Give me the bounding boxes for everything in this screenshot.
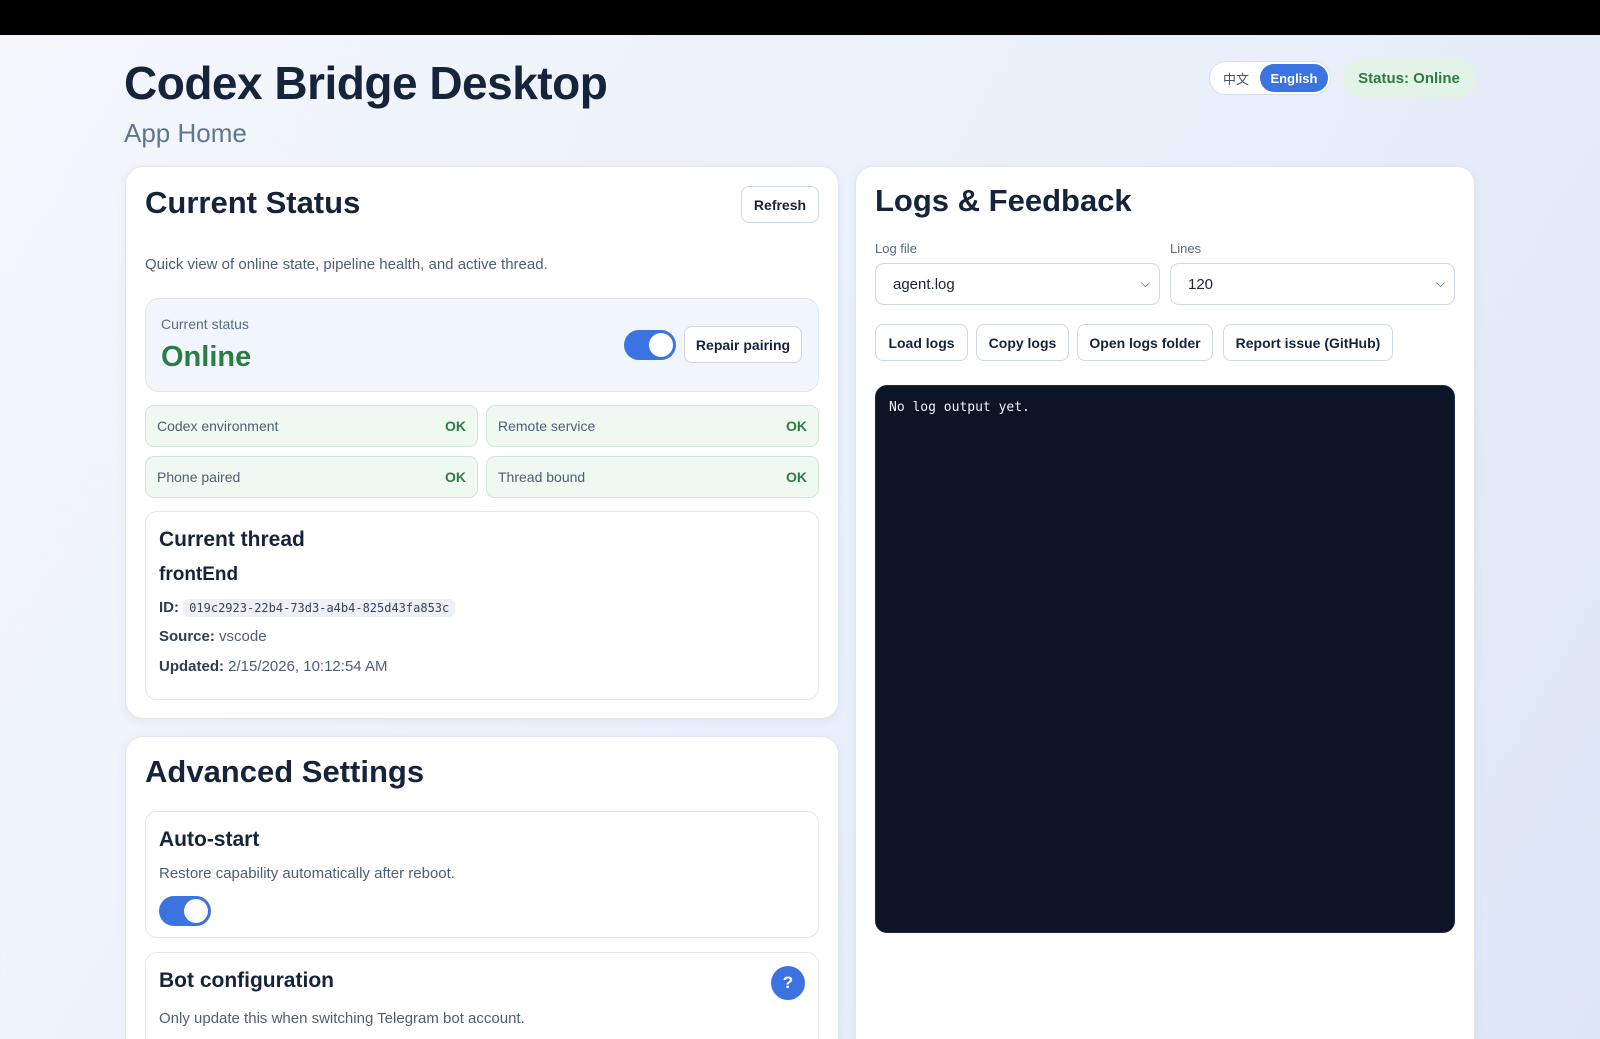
load-logs-button[interactable]: Load logs <box>875 324 968 361</box>
chevron-down-icon: ⌵ <box>1435 276 1445 290</box>
toggle-knob <box>649 333 673 357</box>
advanced-settings-title: Advanced Settings <box>145 754 425 789</box>
current-status-title: Current Status <box>145 185 361 220</box>
current-status-box: Current status Online Repair pairing <box>145 298 819 392</box>
repair-pairing-button[interactable]: Repair pairing <box>684 326 802 363</box>
thread-source-line: Source: vscode <box>159 628 267 645</box>
autostart-box: Auto-start Restore capability automatica… <box>145 811 819 938</box>
current-status-card: Current Status Refresh Quick view of onl… <box>125 166 839 719</box>
check-codex-environment: Codex environment OK <box>145 405 478 447</box>
online-toggle[interactable] <box>624 330 676 360</box>
log-output-panel[interactable]: No log output yet. <box>875 385 1455 933</box>
status-badge: Status: Online <box>1342 58 1476 98</box>
language-switch: 中文 English <box>1209 61 1331 95</box>
log-file-value: agent.log <box>893 275 955 293</box>
check-name: Phone paired <box>157 469 241 485</box>
autostart-toggle[interactable] <box>159 896 211 926</box>
log-file-select[interactable]: agent.log ⌵ <box>875 263 1160 305</box>
log-output-text: No log output yet. <box>889 400 1030 415</box>
thread-updated-line: Updated: 2/15/2026, 10:12:54 AM <box>159 658 387 675</box>
check-remote-service: Remote service OK <box>486 405 819 447</box>
check-state: OK <box>786 418 807 434</box>
check-name: Codex environment <box>157 418 279 434</box>
logs-feedback-card: Logs & Feedback Log file agent.log ⌵ Lin… <box>855 166 1475 1039</box>
thread-id-label: ID: <box>159 599 179 616</box>
lines-label: Lines <box>1170 241 1202 256</box>
refresh-button[interactable]: Refresh <box>741 186 819 223</box>
help-icon[interactable]: ? <box>771 966 805 1000</box>
chevron-down-icon: ⌵ <box>1140 276 1150 290</box>
thread-id-value: 019c2923-22b4-73d3-a4b4-825d43fa853c <box>183 599 456 617</box>
bot-configuration-box: Bot configuration ? Only update this whe… <box>145 952 819 1039</box>
bot-configuration-description: Only update this when switching Telegram… <box>159 1010 525 1027</box>
lines-value: 120 <box>1188 275 1214 293</box>
status-description: Quick view of online state, pipeline hea… <box>145 256 548 273</box>
autostart-heading: Auto-start <box>159 828 260 851</box>
log-file-label: Log file <box>875 241 917 256</box>
check-state: OK <box>445 418 466 434</box>
window-top-bar <box>0 0 1600 35</box>
current-status-value: Online <box>161 341 252 373</box>
lines-select[interactable]: 120 ⌵ <box>1170 263 1455 305</box>
bot-configuration-heading: Bot configuration <box>159 969 334 992</box>
thread-source-value: vscode <box>219 628 267 645</box>
check-name: Thread bound <box>498 469 586 485</box>
check-thread-bound: Thread bound OK <box>486 456 819 498</box>
app-title: Codex Bridge Desktop <box>124 57 608 109</box>
thread-id-line: ID: 019c2923-22b4-73d3-a4b4-825d43fa853c <box>159 599 456 617</box>
advanced-settings-card: Advanced Settings Auto-start Restore cap… <box>125 736 839 1039</box>
language-option-chinese[interactable]: 中文 <box>1212 64 1260 92</box>
current-thread-heading: Current thread <box>159 528 305 551</box>
check-state: OK <box>786 469 807 485</box>
report-issue-button[interactable]: Report issue (GitHub) <box>1223 324 1393 361</box>
toggle-knob <box>184 899 208 923</box>
check-state: OK <box>445 469 466 485</box>
language-option-english[interactable]: English <box>1260 64 1328 92</box>
autostart-description: Restore capability automatically after r… <box>159 865 455 882</box>
page-subtitle: App Home <box>124 118 247 148</box>
copy-logs-button[interactable]: Copy logs <box>976 324 1069 361</box>
logs-feedback-title: Logs & Feedback <box>875 183 1132 218</box>
open-logs-folder-button[interactable]: Open logs folder <box>1077 324 1213 361</box>
thread-updated-value: 2/15/2026, 10:12:54 AM <box>228 658 388 675</box>
check-phone-paired: Phone paired OK <box>145 456 478 498</box>
current-thread-box: Current thread frontEnd ID: 019c2923-22b… <box>145 511 819 700</box>
thread-name: frontEnd <box>159 564 239 585</box>
check-name: Remote service <box>498 418 596 434</box>
thread-updated-label: Updated: <box>159 658 224 675</box>
current-status-label: Current status <box>161 316 249 332</box>
thread-source-label: Source: <box>159 628 215 645</box>
